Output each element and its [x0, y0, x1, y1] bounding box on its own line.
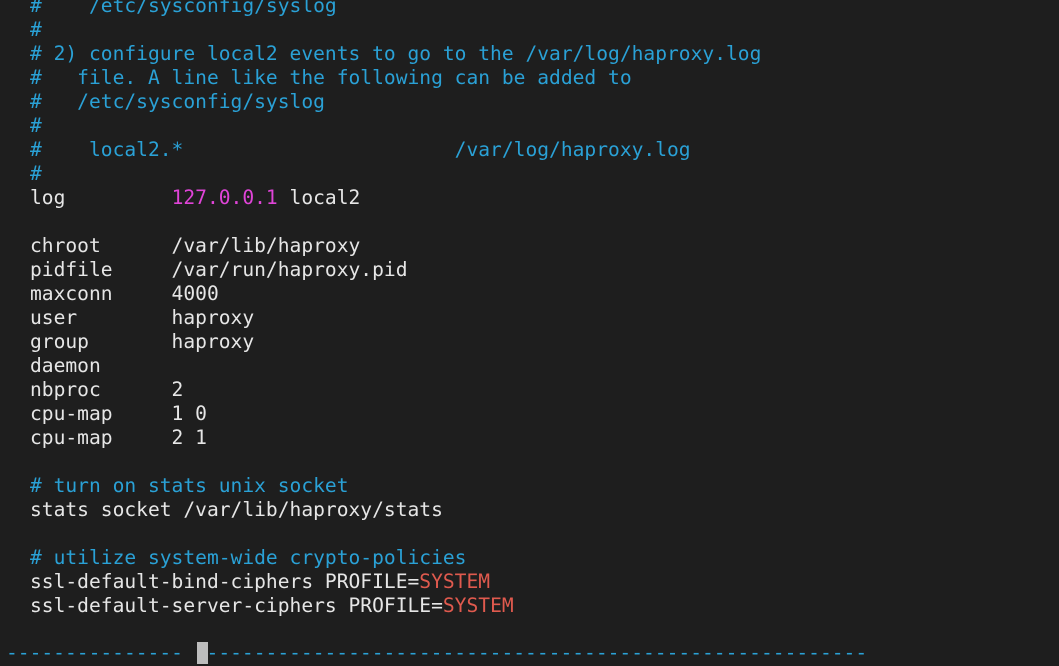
code-line[interactable]: ssl-default-bind-ciphers PROFILE=SYSTEM — [30, 570, 761, 594]
comment-text: # 2) configure local2 events to go to th… — [30, 42, 762, 65]
code-line[interactable]: nbproc 2 — [30, 378, 761, 402]
code-text: maxconn 4000 — [30, 282, 219, 305]
code-text: cpu-map 1 0 — [30, 402, 207, 425]
comment-text: # utilize system-wide crypto-policies — [30, 546, 467, 569]
statusbar-dashes: --------------- ------------------------… — [6, 641, 867, 665]
code-line[interactable]: # — [30, 18, 761, 42]
code-text: nbproc 2 — [30, 378, 184, 401]
code-line[interactable]: group haproxy — [30, 330, 761, 354]
comment-text: # file. A line like the following can be… — [30, 66, 632, 89]
config-file-content[interactable]: # /etc/sysconfig/syslog # # 2) configure l… — [30, 0, 761, 618]
code-text: local2 — [277, 186, 361, 209]
code-line[interactable] — [30, 450, 761, 474]
code-text: cpu-map 2 1 — [30, 426, 207, 449]
cursor-gap — [183, 641, 195, 664]
code-text: daemon — [30, 354, 101, 377]
code-text: pidfile /var/run/haproxy.pid — [30, 258, 408, 281]
comment-text: # turn on stats unix socket — [30, 474, 349, 497]
comment-text: # — [30, 162, 42, 185]
comment-text: # — [30, 114, 42, 137]
code-line[interactable]: # — [30, 162, 761, 186]
code-line[interactable]: stats socket /var/lib/haproxy/stats — [30, 498, 761, 522]
code-text: chroot /var/lib/haproxy — [30, 234, 361, 257]
comment-text: # local2.* /var/log/haproxy.log — [30, 138, 691, 161]
code-line[interactable] — [30, 522, 761, 546]
code-text: stats socket /var/lib/haproxy/stats — [30, 498, 443, 521]
code-text: user haproxy — [30, 306, 255, 329]
code-line[interactable]: chroot /var/lib/haproxy — [30, 234, 761, 258]
code-line[interactable]: maxconn 4000 — [30, 282, 761, 306]
code-line[interactable]: user haproxy — [30, 306, 761, 330]
comment-text: # — [30, 18, 42, 41]
code-line[interactable]: # turn on stats unix socket — [30, 474, 761, 498]
ip-address-text: 127.0.0.1 — [171, 186, 278, 209]
comment-text: # /etc/sysconfig/syslog — [30, 90, 325, 113]
code-line[interactable]: # — [30, 114, 761, 138]
statusbar-dashes-right: ----------------------------------------… — [194, 641, 868, 664]
editor-statusbar: --------------- ------------------------… — [0, 641, 1059, 665]
comment-text: # /etc/sysconfig/syslog — [30, 0, 337, 17]
code-line[interactable]: ssl-default-server-ciphers PROFILE=SYSTE… — [30, 594, 761, 618]
code-line[interactable]: # local2.* /var/log/haproxy.log — [30, 138, 761, 162]
code-text: log — [30, 186, 172, 209]
code-line[interactable]: log 127.0.0.1 local2 — [30, 186, 761, 210]
code-line[interactable]: # 2) configure local2 events to go to th… — [30, 42, 761, 66]
code-line[interactable]: # file. A line like the following can be… — [30, 66, 761, 90]
code-line[interactable]: daemon — [30, 354, 761, 378]
code-text: ssl-default-bind-ciphers PROFILE= — [30, 570, 420, 593]
statusbar-dashes-left: --------------- — [6, 641, 183, 664]
code-line[interactable] — [30, 210, 761, 234]
code-line[interactable]: pidfile /var/run/haproxy.pid — [30, 258, 761, 282]
code-line[interactable]: # /etc/sysconfig/syslog — [30, 90, 761, 114]
code-line[interactable]: # utilize system-wide crypto-policies — [30, 546, 761, 570]
code-line[interactable]: # /etc/sysconfig/syslog — [30, 0, 761, 18]
code-text: ssl-default-server-ciphers PROFILE= — [30, 594, 443, 617]
keyword-text: SYSTEM — [442, 594, 514, 617]
keyword-text: SYSTEM — [419, 570, 491, 593]
text-cursor — [197, 642, 208, 664]
code-line[interactable]: cpu-map 2 1 — [30, 426, 761, 450]
code-text: group haproxy — [30, 330, 255, 353]
terminal-window[interactable]: # /etc/sysconfig/syslog # # 2) configure l… — [0, 0, 1059, 666]
code-line[interactable]: cpu-map 1 0 — [30, 402, 761, 426]
